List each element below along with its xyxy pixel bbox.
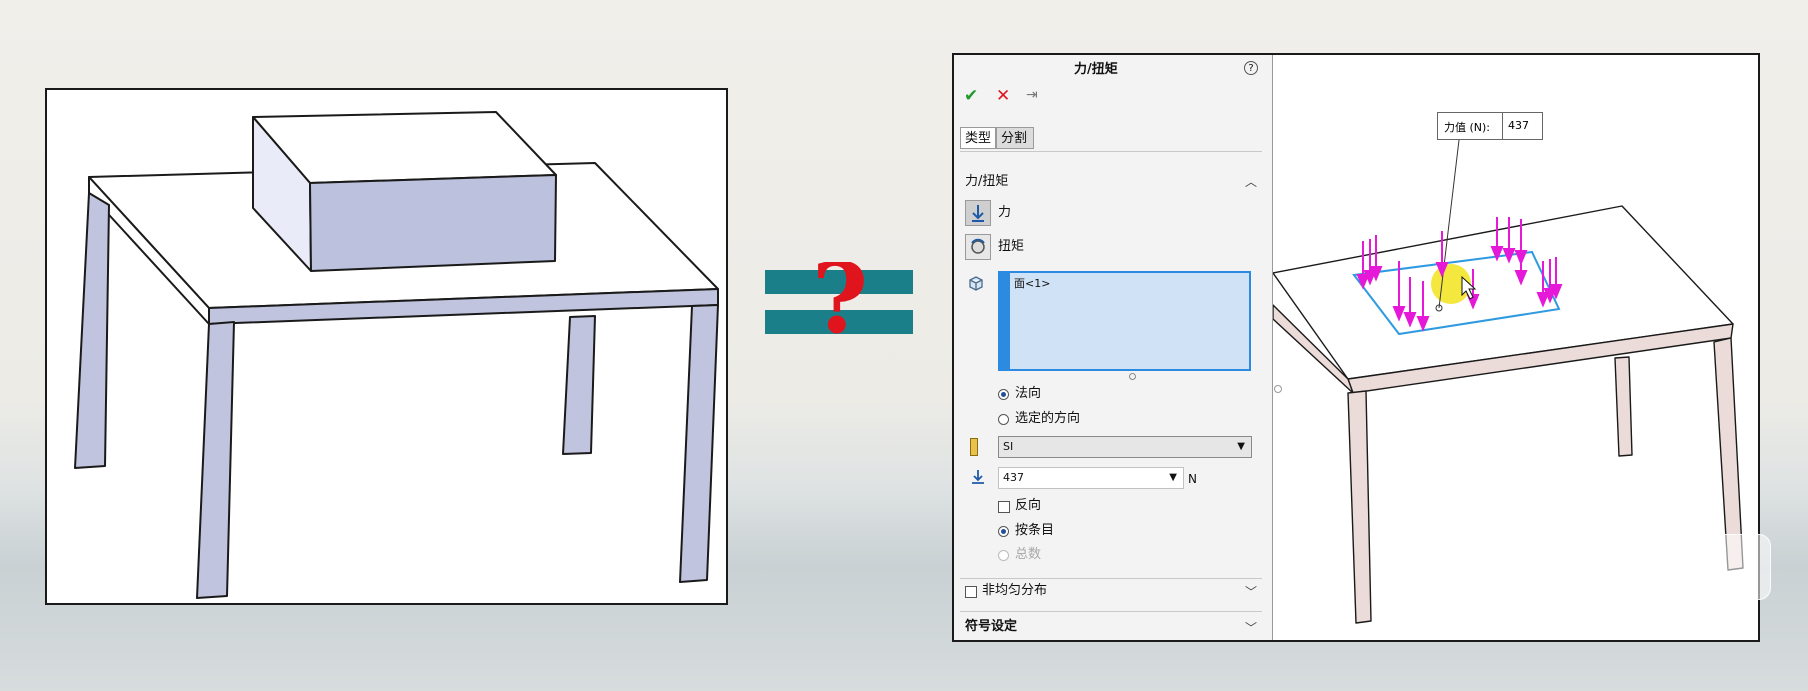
units-value: SI: [1003, 440, 1014, 453]
selection-list-box[interactable]: 面<1>: [1008, 271, 1251, 371]
symbol-settings-label: 符号设定: [965, 619, 1018, 634]
property-title: 力/扭矩: [1074, 62, 1118, 77]
torque-mode-button[interactable]: [965, 234, 991, 260]
force-mode-button[interactable]: [965, 200, 991, 226]
video-overlay-icon[interactable]: [1695, 534, 1771, 600]
property-manager: 力/扭矩 ? ✔ ✕ ⇥ 类型 分割 力/扭矩 ︿ 力 扭矩 面<1> 法向 选…: [954, 55, 1282, 640]
svg-text:?: ?: [812, 262, 868, 342]
nonuniform-checkbox[interactable]: [965, 586, 977, 598]
total-label: 总数: [1015, 547, 1042, 562]
face-selection-icon: [967, 274, 985, 292]
force-value-callout[interactable]: 力值 (N): 437: [1437, 112, 1543, 140]
torque-icon: [971, 238, 985, 254]
units-ruler-icon: [970, 438, 978, 456]
graphics-viewport[interactable]: 力值 (N): 437: [1272, 55, 1758, 640]
divider: [960, 578, 1262, 579]
force-unit-label: N: [1188, 472, 1197, 486]
equals-question-icon: ?: [765, 242, 913, 355]
normal-direction-label: 法向: [1015, 386, 1042, 401]
table-with-box-drawing: [74, 111, 719, 599]
force-value-text: 437: [1003, 471, 1024, 484]
callout-divider: [1502, 113, 1503, 139]
selection-list-color-bar: [998, 271, 1008, 371]
section-title-force-torque: 力/扭矩: [965, 174, 1009, 189]
callout-value[interactable]: 437: [1508, 119, 1529, 132]
selected-direction-label: 选定的方向: [1015, 411, 1081, 426]
reverse-direction-label: 反向: [1015, 498, 1042, 513]
force-value-icon: [969, 468, 987, 486]
table-3d-view: [1272, 139, 1744, 624]
units-dropdown[interactable]: SI ▼: [998, 436, 1252, 458]
radio-selected-direction[interactable]: [998, 414, 1009, 425]
force-value-input[interactable]: 437 ▼: [998, 467, 1184, 489]
tab-split-label: 分割: [1001, 131, 1028, 146]
tab-split[interactable]: 分割: [996, 127, 1034, 149]
equals-question-symbol: ?: [765, 242, 915, 355]
per-item-label: 按条目: [1015, 523, 1055, 538]
divider: [960, 151, 1262, 152]
tab-type[interactable]: 类型: [960, 127, 996, 149]
ok-check-icon[interactable]: ✔: [964, 86, 978, 106]
simulation-window: 力/扭矩 ? ✔ ✕ ⇥ 类型 分割 力/扭矩 ︿ 力 扭矩 面<1> 法向 选…: [952, 53, 1760, 642]
tab-type-label: 类型: [965, 131, 992, 146]
divider: [960, 611, 1262, 612]
left-illustration: [45, 88, 728, 605]
collapse-chevron-icon[interactable]: ︿: [1244, 175, 1258, 189]
resize-grip-icon[interactable]: [1129, 373, 1136, 380]
torque-label: 扭矩: [998, 239, 1025, 254]
help-icon[interactable]: ?: [1244, 61, 1258, 75]
radio-total[interactable]: [998, 550, 1009, 561]
dropdown-arrow-icon[interactable]: ▼: [1169, 468, 1177, 488]
force-arrow-icon: [972, 205, 984, 222]
pin-icon[interactable]: ⇥: [1026, 87, 1038, 103]
radio-normal-direction[interactable]: [998, 389, 1009, 400]
cancel-x-icon[interactable]: ✕: [996, 86, 1010, 106]
radio-per-item[interactable]: [998, 526, 1009, 537]
nonuniform-label: 非均匀分布: [982, 583, 1048, 598]
selection-list-item[interactable]: 面<1>: [1014, 276, 1050, 292]
force-label: 力: [998, 205, 1012, 220]
dropdown-arrow-icon: ▼: [1237, 441, 1245, 452]
expand-chevron-icon[interactable]: ﹀: [1244, 585, 1258, 599]
expand-chevron-icon[interactable]: ﹀: [1244, 621, 1258, 635]
callout-label: 力值 (N):: [1444, 121, 1491, 134]
reverse-direction-checkbox[interactable]: [998, 501, 1010, 513]
